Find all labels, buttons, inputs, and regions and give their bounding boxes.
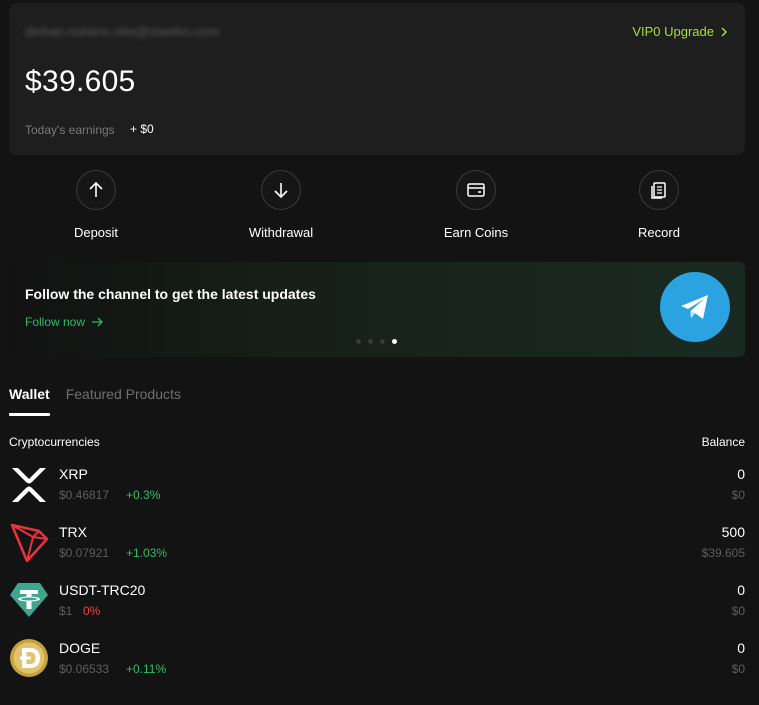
coin-price: $0.46817 [59,488,110,502]
telegram-icon [660,272,730,342]
chevron-right-icon [721,26,728,37]
record-label: Record [638,225,680,240]
deposit-icon-circle [76,170,116,210]
vip-upgrade-label: VIP0 Upgrade [632,24,714,39]
coin-row-xrp[interactable]: XRP $0.46817 +0.3% 0 $0 [9,463,745,509]
coin-change: 0% [83,604,101,618]
record-icon-circle [639,170,679,210]
coin-row-doge[interactable]: DOGE $0.06533 +0.11% 0 $0 [9,637,745,683]
coin-change: +0.3% [126,488,161,502]
carousel-dot[interactable] [380,339,385,344]
withdrawal-label: Withdrawal [248,225,314,240]
withdrawal-button[interactable]: Withdrawal [221,170,341,240]
coin-quantity: 0 [737,466,745,482]
usdt-icon [10,583,48,617]
wallet-tabs: Wallet Featured Products [9,386,181,416]
earn-coins-button[interactable]: Earn Coins [416,170,536,240]
cryptocurrencies-header: Cryptocurrencies [9,435,100,449]
carousel-dot-active[interactable] [392,339,397,344]
coin-name: DOGE [59,640,101,656]
wallet-icon [467,183,485,197]
deposit-button[interactable]: Deposit [36,170,156,240]
coin-change: +0.11% [126,662,167,676]
earnings-value: + $0 [130,122,154,136]
earnings-label: Today's earnings [25,123,115,137]
withdrawal-icon-circle [261,170,301,210]
carousel-dot[interactable] [368,339,373,344]
balance-header: Balance [701,435,745,449]
document-icon [651,182,666,199]
total-balance: $39.605 [25,65,136,98]
tab-featured-products[interactable]: Featured Products [66,386,181,414]
vip-upgrade-link[interactable]: VIP0 Upgrade [632,24,729,39]
coin-value: $0 [731,488,745,502]
carousel-dot[interactable] [356,339,361,344]
coin-row-trx[interactable]: TRX $0.07921 +1.03% 500 $39.605 [9,521,745,567]
coin-quantity: 500 [721,524,745,540]
trx-icon [10,523,49,562]
banner-title: Follow the channel to get the latest upd… [25,286,316,302]
coin-name: TRX [59,524,87,540]
earn-coins-icon-circle [456,170,496,210]
quick-actions: Deposit Withdrawal Earn Coins Record [0,170,759,250]
coin-price: $0.06533 [59,662,110,676]
coin-change: +1.03% [126,546,168,560]
coin-value: $0 [731,662,745,676]
coin-price: $0.07921 [59,546,110,560]
tab-wallet[interactable]: Wallet [9,386,50,416]
coin-value: $0 [731,604,745,618]
account-card: dinhan.nuhens.nhe@siseilvs.com VIP0 Upgr… [9,3,745,155]
record-button[interactable]: Record [599,170,719,240]
channel-banner[interactable]: Follow the channel to get the latest upd… [9,262,745,357]
carousel-dots [356,339,397,344]
earn-coins-label: Earn Coins [443,225,509,240]
coin-quantity: 0 [737,582,745,598]
arrow-down-icon [274,183,288,199]
xrp-icon [12,468,46,502]
arrow-right-icon [92,317,103,327]
account-email: dinhan.nuhens.nhe@siseilvs.com [25,24,219,39]
coin-quantity: 0 [737,640,745,656]
coin-name: USDT-TRC20 [59,582,146,598]
coin-value: $39.605 [701,546,745,560]
coin-row-usdt[interactable]: USDT-TRC20 $1 0% 0 $0 [9,579,745,625]
follow-now-link[interactable]: Follow now [25,315,103,329]
deposit-label: Deposit [73,225,119,240]
doge-icon [10,639,48,677]
follow-now-label: Follow now [25,315,86,329]
coin-price: $1 [59,604,73,618]
arrow-up-icon [89,181,103,197]
coin-name: XRP [59,466,88,482]
